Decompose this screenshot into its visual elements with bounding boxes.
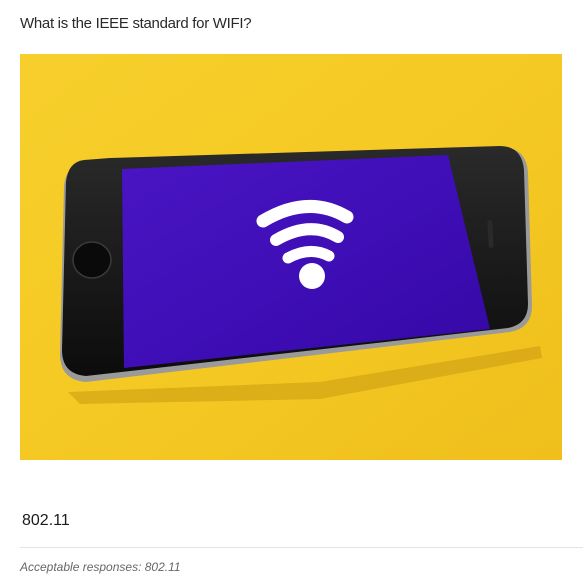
question-image: [20, 54, 562, 460]
acceptable-responses: Acceptable responses: 802.11: [20, 559, 181, 576]
answer-value: 802.11: [22, 512, 70, 529]
acceptable-responses-value: 802.11: [144, 560, 181, 574]
acceptable-responses-label: Acceptable responses:: [20, 560, 142, 574]
divider: [20, 547, 583, 548]
question-text: What is the IEEE standard for WIFI?: [20, 15, 252, 32]
